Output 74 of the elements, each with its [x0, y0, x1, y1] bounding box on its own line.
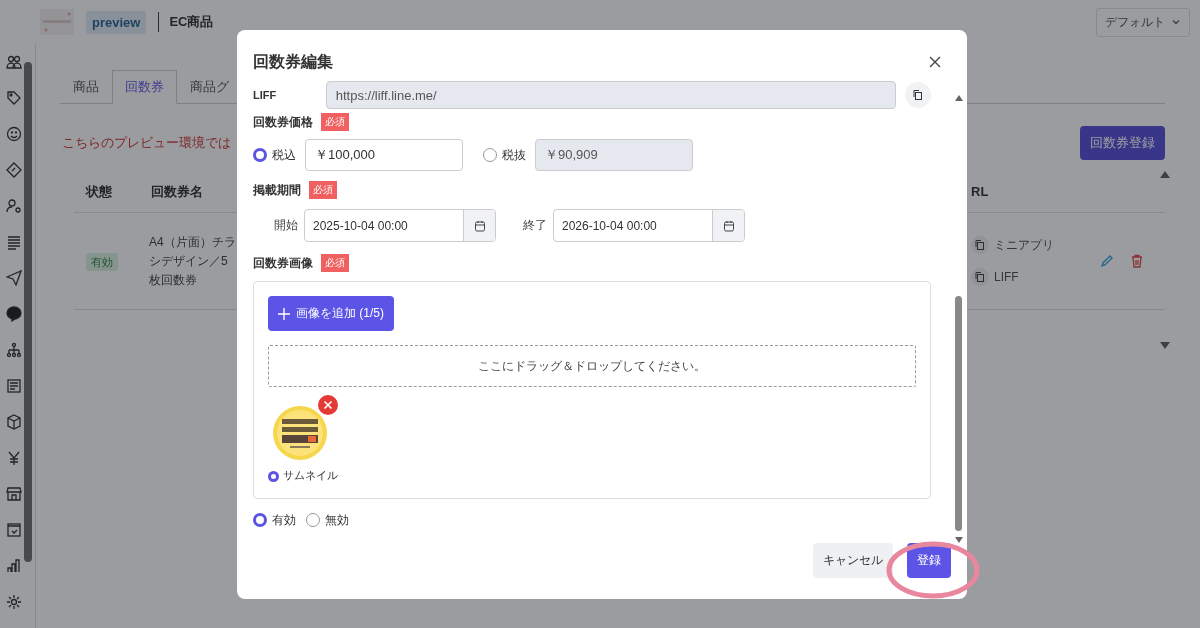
register-button[interactable]: 回数券登録 [1080, 126, 1165, 160]
section-label: 回数券画像 [253, 254, 313, 272]
field-label: 終了 [522, 217, 547, 234]
chart-icon[interactable] [6, 558, 22, 574]
column-header: 状態 [86, 184, 112, 199]
field-label: LIFF [253, 89, 278, 101]
copy-icon [912, 89, 924, 101]
radio-button[interactable] [483, 148, 497, 162]
preview-badge: preview [86, 10, 147, 34]
price-field[interactable]: ￥90,909 [535, 139, 693, 171]
scroll-up-icon[interactable] [955, 94, 963, 101]
page-title: EC商品 [169, 13, 214, 31]
tab[interactable]: 回数券 [112, 70, 177, 104]
status-tag: 有効 [86, 253, 118, 271]
radio-label: 税込 [272, 146, 296, 164]
scroll-up-icon[interactable] [1160, 170, 1170, 178]
url-field[interactable]: https://liff.line.me/ [325, 81, 897, 109]
add-image-button[interactable]: 画像を追加 (1/5) [268, 296, 394, 331]
radio-button[interactable] [253, 513, 267, 527]
field-label: 開始 [273, 217, 298, 234]
sitemap-icon[interactable] [6, 342, 22, 358]
radio-button[interactable] [268, 470, 279, 482]
section-label: 掲載期間 [253, 181, 301, 199]
diamond-icon[interactable] [6, 162, 22, 178]
list-icon[interactable] [6, 234, 22, 250]
notice-text: こちらのプレビュー環境では [62, 134, 231, 152]
shop-icon[interactable] [6, 486, 22, 502]
cube-icon[interactable] [6, 414, 22, 430]
yen-icon[interactable] [6, 450, 22, 466]
copy-icon[interactable] [971, 236, 989, 254]
required-tag: 必須 [309, 181, 337, 199]
tab[interactable]: 商品 [60, 70, 112, 104]
required-tag: 必須 [321, 254, 349, 272]
scroll-down-icon[interactable] [1160, 342, 1170, 350]
users-icon[interactable] [6, 54, 22, 70]
table-cell-text: A4（片面）チラシデザイン／5枚回数券 [149, 233, 237, 289]
tag-icon[interactable] [6, 90, 22, 106]
calendar-icon[interactable] [6, 522, 22, 538]
date-field[interactable]: 2025-10-04 00:00 [304, 209, 496, 242]
calendar-icon [722, 219, 735, 232]
chat-icon[interactable] [6, 306, 22, 322]
delete-button[interactable] [318, 395, 338, 415]
radio-label: 税抜 [502, 146, 526, 164]
radio-button[interactable] [306, 513, 320, 527]
column-header: 回数券名 [151, 184, 203, 199]
copy-icon[interactable] [971, 268, 989, 286]
column-header: RL [971, 184, 989, 199]
dialog-title: 回数券編集 [253, 51, 333, 72]
radio-label: 無効 [325, 511, 349, 529]
radio-label: 有効 [272, 511, 296, 529]
copy-button[interactable] [905, 82, 931, 108]
close-button[interactable] [927, 54, 943, 70]
price-field[interactable]: ￥100,000 [305, 139, 463, 171]
radio-label: サムネイル [283, 469, 338, 483]
drop-zone[interactable]: ここにドラッグ＆ドロップしてください。 [268, 345, 916, 387]
tab[interactable]: 商品グ [177, 70, 242, 104]
close-icon [323, 400, 333, 410]
section-label: 回数券価格 [253, 113, 313, 131]
required-tag: 必須 [321, 113, 349, 131]
smile-icon[interactable] [6, 126, 22, 142]
calendar-icon [473, 219, 486, 232]
scroll-down-icon[interactable] [955, 537, 963, 544]
view-dropdown[interactable]: デフォルト [1096, 7, 1190, 37]
link-label: ミニアプリ [994, 236, 1054, 254]
link-label: LIFF [994, 270, 1019, 284]
scrollbar-thumb[interactable] [955, 296, 962, 531]
plus-icon [278, 307, 290, 320]
cancel-button[interactable]: キャンセル [813, 543, 893, 578]
document-icon[interactable] [6, 378, 22, 394]
date-field[interactable]: 2026-10-04 00:00 [553, 209, 745, 242]
radio-button[interactable] [253, 148, 267, 162]
send-icon[interactable] [6, 270, 22, 286]
chevron-down-icon [1171, 17, 1181, 27]
trash-icon[interactable] [1130, 254, 1144, 268]
